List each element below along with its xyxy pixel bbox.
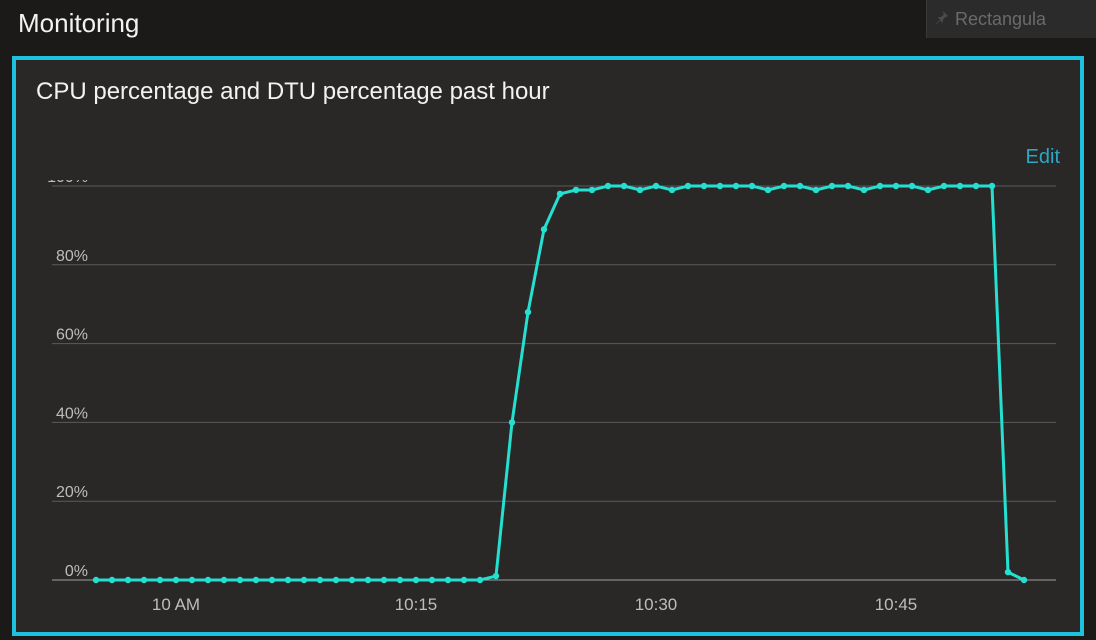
monitoring-chart-tile[interactable]: CPU percentage and DTU percentage past h…: [12, 56, 1084, 636]
svg-text:100%: 100%: [47, 180, 88, 186]
svg-text:10:45: 10:45: [875, 595, 918, 614]
svg-text:0%: 0%: [65, 563, 88, 580]
snip-tool-remnant: Rectangula: [926, 0, 1096, 38]
svg-text:80%: 80%: [56, 248, 88, 265]
section-title: Monitoring: [18, 8, 139, 39]
svg-text:10:30: 10:30: [635, 595, 678, 614]
snip-label: Rectangula: [955, 9, 1046, 29]
svg-text:10 AM: 10 AM: [152, 595, 200, 614]
svg-text:10:15: 10:15: [395, 595, 438, 614]
svg-text:40%: 40%: [56, 405, 88, 422]
chart-title: CPU percentage and DTU percentage past h…: [36, 78, 550, 106]
svg-text:60%: 60%: [56, 327, 88, 344]
edit-chart-link[interactable]: Edit: [1026, 146, 1060, 169]
svg-text:20%: 20%: [56, 484, 88, 501]
pin-icon: [935, 10, 949, 24]
chart-plot-area[interactable]: 0% 20% 40% 60% 80% 100% 10 AM 10:15 10:30 10:45: [36, 180, 1066, 620]
